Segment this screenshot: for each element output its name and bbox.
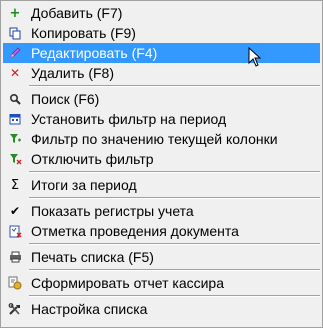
menu-item-label: Удалить (F8) [31,65,115,81]
filter-off-icon [3,149,27,169]
menu-item-label: Отключить фильтр [31,151,154,167]
delete-x-icon: ✕ [9,66,21,80]
plus-icon: + [9,5,21,21]
menu-item-column-filter[interactable]: Фильтр по значению текущей колонки [3,129,320,149]
pencil-icon [3,43,27,63]
checkmark-icon: ✔ [9,204,21,218]
menu-item-show-registers[interactable]: ✔ Показать регистры учета [3,201,320,221]
menu-item-period-filter[interactable]: Установить фильтр на период [3,109,320,129]
search-icon [3,89,27,109]
menu-item-label: Сформировать отчет кассира [31,275,224,291]
menu-item-copy[interactable]: Копировать (F9) [3,23,320,43]
menu-item-label: Итоги за период [31,177,137,193]
menu-item-label: Настройка списка [31,301,148,317]
printer-icon [3,247,27,267]
menu-item-add[interactable]: + Добавить (F7) [3,3,320,23]
menu-item-label: Поиск (F6) [31,91,100,107]
menu-item-label: Показать регистры учета [31,203,194,219]
menu-item-disable-filter[interactable]: Отключить фильтр [3,149,320,169]
menu-separator [29,197,320,199]
menu-separator [29,85,320,87]
document-mark-icon [3,221,27,241]
mouse-cursor-icon [248,46,262,72]
menu-item-document-mark[interactable]: Отметка проведения документа [3,221,320,241]
menu-item-print-list[interactable]: Печать списка (F5) [3,247,320,267]
menu-item-edit[interactable]: Редактировать (F4) [3,43,320,63]
calendar-icon [3,109,27,129]
context-menu: + Добавить (F7) Копировать (F9) Редактир… [0,0,323,328]
menu-item-cashier-report[interactable]: Сформировать отчет кассира [3,273,320,293]
menu-separator [29,171,320,173]
menu-separator [29,243,320,245]
tools-icon [3,299,27,319]
menu-item-search[interactable]: Поиск (F6) [3,89,320,109]
copy-icon [3,23,27,43]
menu-item-list-settings[interactable]: Настройка списка [3,299,320,319]
menu-item-label: Установить фильтр на период [31,111,227,127]
menu-item-label: Копировать (F9) [31,25,136,41]
cashier-report-icon [3,273,27,293]
menu-item-label: Фильтр по значению текущей колонки [31,131,278,147]
menu-item-delete[interactable]: ✕ Удалить (F8) [3,63,320,83]
filter-value-icon [3,129,27,149]
sigma-icon: Σ [10,177,20,193]
menu-item-label: Отметка проведения документа [31,223,239,239]
menu-item-label: Редактировать (F4) [31,45,158,61]
menu-item-label: Печать списка (F5) [31,249,154,265]
menu-separator [29,269,320,271]
menu-separator [29,295,320,297]
menu-item-label: Добавить (F7) [31,5,123,21]
menu-item-period-totals[interactable]: Σ Итоги за период [3,175,320,195]
